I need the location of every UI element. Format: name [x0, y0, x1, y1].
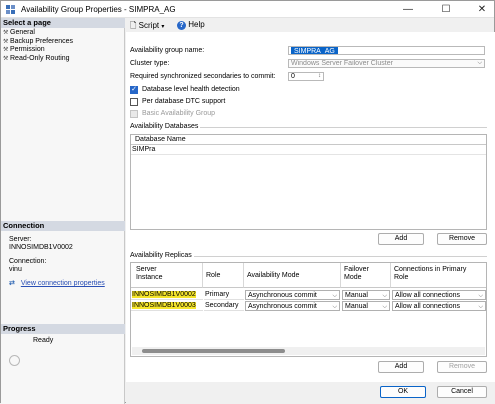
- db-remove-button[interactable]: Remove: [437, 233, 487, 245]
- maximize-icon[interactable]: ☐: [429, 1, 463, 18]
- chevron-down-icon: ▾: [161, 24, 165, 30]
- close-icon[interactable]: ✕: [465, 1, 495, 18]
- help-icon: ?: [177, 21, 186, 30]
- chevron-down-icon: ⌵: [382, 293, 387, 299]
- cancel-button[interactable]: Cancel: [437, 386, 487, 398]
- ag-name-label: Availability group name:: [130, 47, 205, 54]
- page-item-read-only-routing[interactable]: ⚒ Read-Only Routing: [3, 55, 73, 64]
- header-connections[interactable]: Connections in Primary Role: [391, 263, 486, 288]
- req-sync-label: Required synchronized secondaries to com…: [130, 73, 276, 80]
- view-connection-link[interactable]: View connection properties: [21, 280, 105, 287]
- header-failover-mode[interactable]: Failover Mode: [341, 263, 391, 288]
- db-health-checkbox[interactable]: ✓: [130, 86, 138, 94]
- progress-header: Progress: [1, 324, 125, 334]
- title-bar: Availability Group Properties - SIMPRA_A…: [1, 1, 494, 18]
- ag-name-field[interactable]: SIMPRA_AG: [288, 46, 485, 55]
- scrollbar-thumb[interactable]: [142, 349, 285, 353]
- ag-name-value: SIMPRA_AG: [291, 47, 338, 54]
- databases-grid[interactable]: Database Name SIMPra: [130, 134, 487, 230]
- replica-server-cell[interactable]: INNOSIMDB1V0002: [131, 290, 203, 300]
- database-row[interactable]: SIMPra: [131, 145, 486, 155]
- wrench-icon: ⚒: [3, 47, 9, 53]
- window-title: Availability Group Properties - SIMPRA_A…: [21, 5, 176, 14]
- wrench-icon: ⚒: [3, 55, 9, 62]
- db-health-label: Database level health detection: [142, 86, 240, 93]
- database-name-header[interactable]: Database Name: [131, 135, 486, 145]
- replica-failover-select[interactable]: Manual ⌵: [342, 290, 390, 300]
- help-button[interactable]: ? Help: [177, 20, 205, 30]
- chevron-down-icon: ⌵: [477, 60, 482, 66]
- progress-spinner-icon: [9, 355, 20, 366]
- header-role[interactable]: Role: [203, 263, 244, 288]
- db-add-button[interactable]: Add: [378, 233, 424, 245]
- wrench-icon: ⚒: [3, 38, 9, 45]
- replica-role-cell: Primary: [204, 290, 244, 300]
- replica-connections-select[interactable]: Allow all connections ⌵: [392, 290, 486, 300]
- chevron-down-icon: ⌵: [478, 293, 483, 299]
- page-item-permission[interactable]: ⚒ Permission: [3, 46, 73, 55]
- cluster-type-label: Cluster type:: [130, 60, 170, 67]
- left-pane: Select a page ⚒ General ⚒ Backup Preferenc…: [1, 18, 125, 404]
- replica-role-cell: Secondary: [204, 301, 244, 311]
- replicas-section-label: Availability Replicas: [130, 252, 194, 259]
- chevron-down-icon: ⌵: [478, 304, 483, 310]
- dialog-footer: OK Cancel: [126, 382, 495, 404]
- connection-properties-icon: ⇄: [9, 280, 15, 287]
- replica-mode-select[interactable]: Asynchronous commit ⌵: [245, 290, 340, 300]
- chevron-down-icon: ⌵: [382, 304, 387, 310]
- replica-mode-select[interactable]: Asynchronous commit ⌵: [245, 301, 340, 311]
- app-icon: [6, 5, 15, 14]
- dtc-checkbox[interactable]: [130, 98, 138, 106]
- basic-ag-label: Basic Availability Group: [142, 110, 216, 117]
- page-list: ⚒ General ⚒ Backup Preferences ⚒ Permission…: [3, 29, 73, 63]
- minimize-icon[interactable]: —: [391, 1, 425, 18]
- toolbar: 🗋 Script ▾ ? Help: [126, 18, 495, 32]
- server-value: INNOSIMDB1V0002: [9, 244, 73, 251]
- connection-header: Connection: [1, 221, 125, 231]
- page-item-backup-preferences[interactable]: ⚒ Backup Preferences: [3, 38, 73, 47]
- general-page: Availability group name: SIMPRA_AG Clust…: [126, 32, 495, 382]
- replica-remove-button: Remove: [437, 361, 487, 373]
- databases-section-label: Availability Databases: [130, 123, 201, 130]
- stepper-arrows-icon[interactable]: ↕: [318, 73, 321, 80]
- dtc-label: Per database DTC support: [142, 98, 226, 105]
- progress-status: Ready: [33, 337, 54, 344]
- replicas-grid[interactable]: Server Instance Role Availability Mode Fa…: [130, 262, 487, 357]
- wrench-icon: ⚒: [3, 30, 9, 36]
- connection-value: vinu: [9, 266, 22, 273]
- basic-ag-checkbox: [130, 110, 138, 118]
- header-availability-mode[interactable]: Availability Mode: [244, 263, 341, 288]
- cluster-type-select: Windows Server Failover Cluster ⌵: [288, 59, 485, 68]
- view-connection-row: ⇄ View connection properties: [9, 280, 105, 288]
- req-sync-stepper[interactable]: 0 ↕: [288, 72, 324, 81]
- header-server-instance[interactable]: Server Instance: [131, 263, 203, 288]
- chevron-down-icon: ⌵: [332, 304, 337, 310]
- horizontal-scrollbar[interactable]: [132, 347, 485, 355]
- replica-add-button[interactable]: Add: [378, 361, 424, 373]
- replica-connections-select[interactable]: Allow all connections ⌵: [392, 301, 486, 311]
- page-item-general[interactable]: ⚒ General: [3, 29, 73, 38]
- select-page-header: Select a page: [1, 18, 125, 28]
- ok-button[interactable]: OK: [380, 386, 426, 398]
- server-label: Server:: [9, 236, 32, 243]
- replica-server-cell[interactable]: INNOSIMDB1V0003: [131, 301, 203, 311]
- connection-label: Connection:: [9, 258, 47, 265]
- dialog-window: Availability Group Properties - SIMPRA_A…: [0, 0, 495, 404]
- chevron-down-icon: ⌵: [332, 293, 337, 299]
- script-icon: 🗋: [130, 21, 137, 30]
- replica-failover-select[interactable]: Manual ⌵: [342, 301, 390, 311]
